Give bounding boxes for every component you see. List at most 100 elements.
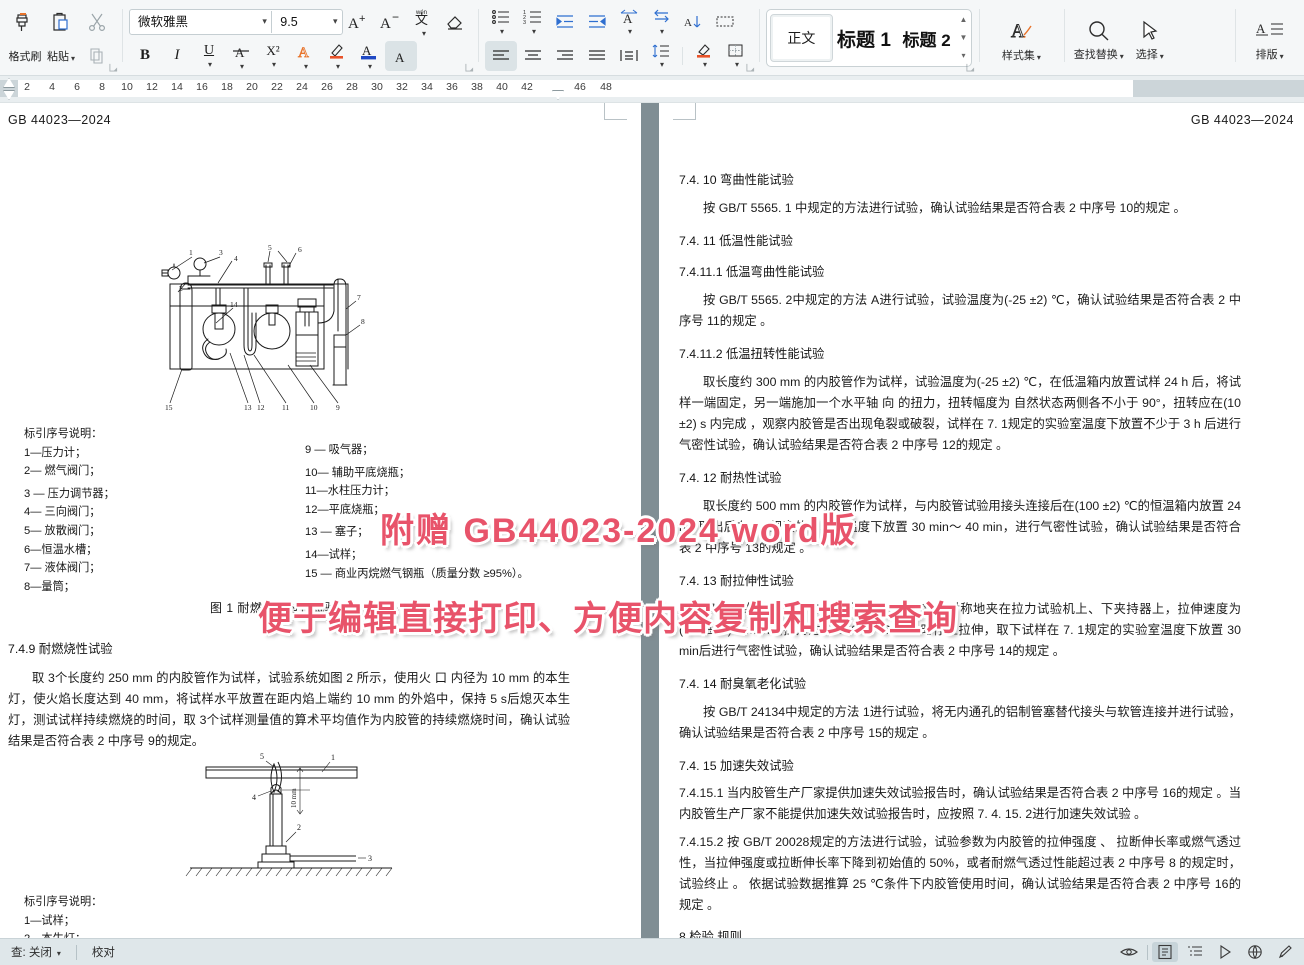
svg-text:14: 14	[230, 300, 238, 309]
strikethrough-button[interactable]: A ▾	[225, 41, 257, 71]
find-replace-button[interactable]: 查找替换▾	[1071, 3, 1127, 73]
eye-view-button[interactable]	[1115, 943, 1143, 961]
outline-view-button[interactable]	[1182, 942, 1208, 962]
style-gallery: 正文 标题 1 标题 2 ▲ ▼ ▾	[766, 9, 972, 67]
text-effects-button[interactable]: A ▾	[289, 41, 321, 71]
ribbon-group-styles: 正文 标题 1 标题 2 ▲ ▼ ▾	[759, 0, 979, 75]
legend-item: 1—试样；	[24, 912, 274, 931]
paragraph-dialog-launcher[interactable]	[746, 63, 755, 72]
svg-text:11: 11	[282, 403, 289, 412]
chevron-down-icon: ▾	[208, 60, 212, 69]
font-size-dropdown-icon[interactable]: ▾	[329, 16, 342, 27]
scroll-up-icon[interactable]: ▲	[960, 15, 968, 25]
style-item-heading1[interactable]: 标题 1	[833, 14, 896, 62]
proofread-button[interactable]: 校对	[87, 942, 120, 962]
svg-text:6: 6	[298, 245, 302, 254]
page-left[interactable]: GB 44023—2024	[0, 103, 641, 938]
format-painter-button[interactable]	[7, 5, 39, 39]
chevron-down-icon: ▾	[735, 60, 739, 69]
line-spacing-icon	[651, 43, 671, 59]
format-painter-icon	[10, 9, 36, 35]
styles-dialog-launcher[interactable]	[966, 63, 975, 72]
gallery-expand-icon[interactable]: ▾	[961, 51, 965, 61]
spellcheck-status-button[interactable]: 查: 关闭 ▾	[6, 942, 66, 962]
style-gallery-scroll[interactable]: ▲ ▼ ▾	[958, 13, 969, 63]
edit-mode-button[interactable]	[1272, 942, 1298, 962]
horizontal-ruler[interactable]: 2468101214161820222426283032343638404246…	[0, 76, 1304, 103]
font-family-dropdown-icon[interactable]: ▾	[258, 16, 271, 27]
increase-indent-icon	[587, 13, 607, 31]
align-center-button[interactable]	[517, 41, 549, 71]
page-view-button[interactable]	[1152, 942, 1178, 962]
decrease-indent-button[interactable]	[549, 7, 581, 37]
italic-button[interactable]: I	[161, 41, 193, 71]
bold-button[interactable]: B	[129, 41, 161, 71]
svg-text:+: +	[359, 13, 365, 25]
align-left-button[interactable]	[485, 41, 517, 71]
chevron-down-icon: ▾	[1120, 52, 1124, 61]
font-dialog-launcher[interactable]	[465, 63, 474, 72]
ribbon-group-paragraph: ▾ 123 ▾	[478, 0, 759, 75]
document-canvas[interactable]: GB 44023—2024	[0, 103, 1304, 938]
superscript-button[interactable]: X²▾	[257, 41, 289, 71]
shrink-font-button[interactable]: A−	[375, 7, 407, 37]
legend-item: 15 — 商业丙烷燃气钢瓶（质量分数 ≥95%）。	[305, 565, 625, 584]
grow-font-button[interactable]: A+	[343, 7, 375, 37]
pinyin-guide-button[interactable]: 文wén ▾	[407, 7, 439, 37]
page-right[interactable]: GB 44023—2024 7.4. 10 弯曲性能试验按 GB/T 5565.…	[659, 103, 1304, 938]
align-right-button[interactable]	[549, 41, 581, 71]
typeset-button[interactable]: A 排版▾	[1242, 3, 1297, 73]
highlight-button[interactable]: ▾	[321, 41, 353, 71]
select-button[interactable]: 选择▾	[1127, 3, 1173, 73]
section-heading: 7.4. 14 耐臭氧老化试验	[679, 665, 1241, 696]
figure-2-legend: 标引序号说明： 1—试样； 2—本生灯； 3—燃气； 4— 内焰； 5—外焰。	[24, 893, 274, 938]
justify-button[interactable]	[581, 41, 613, 71]
line-spacing-button[interactable]: ▾	[645, 41, 677, 71]
web-view-button[interactable]	[1242, 942, 1268, 962]
svg-text:wén: wén	[415, 10, 427, 16]
style-item-heading2[interactable]: 标题 2	[895, 14, 958, 62]
ruler-tick: 40	[496, 81, 508, 93]
legend-item: 2— 燃气阀门；	[24, 462, 274, 481]
justify-icon	[587, 48, 607, 64]
scroll-down-icon[interactable]: ▼	[960, 33, 968, 43]
align-right-icon	[555, 48, 575, 64]
paste-button[interactable]	[45, 5, 77, 39]
asian-layout-button[interactable]: A ▾	[613, 7, 645, 37]
ribbon-group-style-set: A 样式集▾	[979, 0, 1064, 75]
font-size-input[interactable]: 9.5	[271, 11, 328, 33]
ruler-tick: 10	[121, 81, 133, 93]
section-heading: 7.4. 12 耐热性试验	[679, 459, 1241, 490]
bullets-button[interactable]: ▾	[485, 7, 517, 37]
ruler-tick: 42	[521, 81, 533, 93]
svg-text:8: 8	[361, 317, 365, 326]
svg-text:1: 1	[189, 248, 193, 257]
clear-formatting-button[interactable]	[439, 7, 471, 37]
read-view-button[interactable]	[1212, 942, 1238, 962]
style-set-icon: A	[1006, 17, 1036, 45]
character-shading-button[interactable]: A	[385, 41, 417, 71]
show-marks-button[interactable]	[709, 7, 741, 37]
section-body-749: 取 3个长度约 250 mm 的内胶管作为试样，试验系统如图 2 所示，使用火 …	[8, 668, 570, 752]
style-item-body[interactable]: 正文	[770, 14, 833, 62]
search-icon	[1085, 18, 1113, 44]
increase-indent-button[interactable]	[581, 7, 613, 37]
font-color-button[interactable]: A ▾	[353, 41, 385, 71]
svg-text:1: 1	[331, 753, 335, 762]
cut-button[interactable]	[81, 5, 113, 39]
sort-button[interactable]: A	[677, 7, 709, 37]
font-family-input[interactable]: 微软雅黑	[130, 11, 258, 33]
copy-icon[interactable]	[86, 45, 108, 67]
ruler-tick: 2	[24, 81, 30, 93]
numbering-button[interactable]: 123 ▾	[517, 7, 549, 37]
distribute-button[interactable]	[613, 41, 645, 71]
ruler-tick: 28	[346, 81, 358, 93]
asian-layout-icon: A	[618, 8, 640, 26]
style-set-button[interactable]: A 样式集▾	[986, 3, 1057, 73]
svg-text:10 mm: 10 mm	[290, 788, 298, 808]
text-direction-button[interactable]: ▾	[645, 7, 677, 37]
distribute-icon	[619, 48, 639, 64]
clipboard-dialog-launcher[interactable]	[109, 63, 118, 72]
shading-button[interactable]: ▾	[688, 41, 720, 71]
underline-button[interactable]: U▾	[193, 41, 225, 71]
